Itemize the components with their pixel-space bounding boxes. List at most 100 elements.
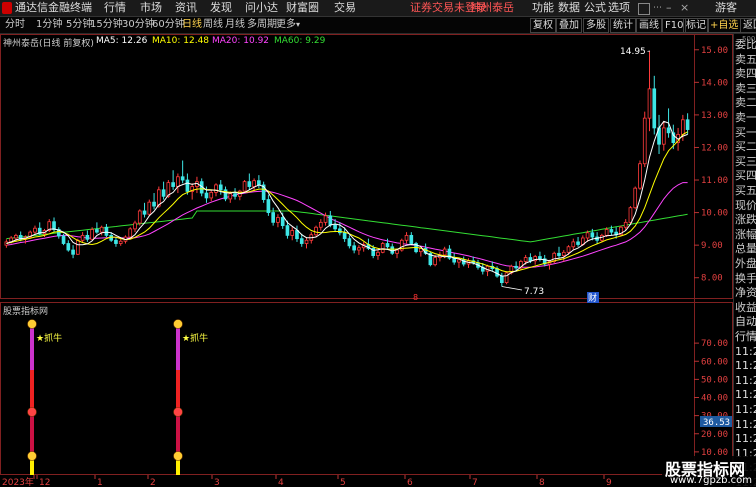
candle-body-69 — [333, 224, 337, 230]
candle-body-80 — [385, 243, 390, 248]
candle-body-2 — [14, 234, 18, 239]
panel-row-14: 总量 — [735, 242, 756, 256]
guest-label[interactable]: 游客 — [715, 1, 737, 15]
tab-more[interactable]: 更多 — [276, 18, 296, 32]
tab-monthly[interactable]: 月线 — [225, 18, 245, 32]
title-bar: 通达信金融终端 行情 市场 资讯 发现 问小达 财富圈 交易 证券交易未登录 神… — [0, 0, 756, 17]
candle-body-45 — [218, 184, 223, 191]
candle-body-33 — [161, 189, 166, 197]
menu-gongshi[interactable]: 公式 — [584, 1, 606, 15]
signal-bar-1-0 — [176, 323, 180, 370]
tab-60min[interactable]: 60分钟 — [152, 18, 185, 32]
date-label-4: 3 — [214, 478, 220, 487]
btn-fuquan[interactable]: 复权 — [530, 18, 556, 33]
date-label-8: 7 — [472, 478, 478, 487]
candle-body-35 — [171, 182, 175, 187]
minimize-icon[interactable]: – — [666, 1, 672, 15]
candle-body-84 — [404, 234, 409, 241]
ind-tick-label-5: 20.00 — [701, 430, 728, 440]
btn-tongji[interactable]: 统计 — [610, 18, 636, 33]
candle-body-85 — [409, 234, 414, 244]
candle-body-103 — [495, 268, 499, 277]
menu-dots-icon[interactable]: ⋯ — [653, 1, 662, 15]
low-pointer — [501, 286, 523, 291]
panel-row-18: 收益 — [735, 300, 756, 314]
candle-body-90 — [433, 257, 437, 266]
tab-multi-period[interactable]: 多周期 — [247, 18, 277, 32]
candle-body-37 — [180, 176, 185, 181]
tab-5min[interactable]: 5分钟 — [66, 18, 92, 32]
menu-hangqing[interactable]: 行情 — [104, 1, 126, 15]
btn-back[interactable]: 返回 — [740, 18, 756, 33]
price-tick-label-5: 10.00 — [701, 209, 728, 219]
candle-body-20 — [99, 226, 104, 233]
signal-dot-0-2 — [27, 451, 37, 461]
menu-wenxiaoda[interactable]: 问小达 — [245, 1, 278, 15]
btn-biaoji[interactable]: 标记 — [683, 18, 709, 33]
candle-body-14 — [71, 249, 75, 255]
close-icon[interactable]: × — [680, 1, 689, 15]
candle-body-43 — [209, 191, 214, 199]
panel-row-21: 11:26 — [735, 344, 756, 358]
signal-dot-1-2 — [173, 451, 183, 461]
candlestick-series — [4, 50, 690, 291]
btn-duogu[interactable]: 多股 — [583, 18, 609, 33]
candle-body-74 — [357, 247, 361, 251]
panel-row-20: 行情 — [735, 330, 756, 343]
btn-diejia[interactable]: 叠加 — [556, 18, 582, 33]
candle-body-66 — [318, 221, 323, 228]
btn-add-favorite[interactable]: +自选 — [707, 18, 742, 33]
indicator-title: 股票指标网 — [3, 305, 48, 317]
kline-chart[interactable]: 15.00 14.00 13.00 12.00 11.00 10.00 9.00 8.00 7… — [0, 34, 733, 487]
menu-shichang[interactable]: 市场 — [140, 1, 162, 15]
menu-zixun[interactable]: 资讯 — [175, 1, 197, 15]
candle-body-110 — [528, 257, 533, 262]
candle-body-62 — [299, 238, 304, 244]
quote-side-panel[interactable]: 500 委比 卖五 卖四 卖三 卖二 卖一 买一 买二 买三 买四 买五 现价 涨跌 涨幅 总量 外盘 换手 净资… — [733, 34, 756, 487]
cai-marker-label[interactable]: 财 — [588, 292, 597, 304]
candle-body-120 — [576, 241, 580, 245]
panel-row-3: 卖三 — [735, 81, 756, 95]
tab-fenshi[interactable]: 分时 — [5, 18, 25, 32]
date-label-2: 1 — [97, 478, 103, 487]
candle-body-143 — [685, 119, 690, 130]
menu-shuju[interactable]: 数据 — [558, 1, 580, 15]
menu-faxian[interactable]: 发现 — [210, 1, 232, 15]
candle-body-58 — [280, 217, 285, 227]
candle-body-119 — [571, 241, 576, 248]
more-chevron-icon[interactable]: ▾ — [296, 18, 300, 32]
candle-body-71 — [342, 232, 347, 240]
event-marker-8[interactable]: 8 — [413, 293, 418, 302]
tab-30min[interactable]: 30分钟 — [122, 18, 155, 32]
candle-body-130 — [623, 221, 628, 228]
tab-weekly[interactable]: 周线 — [203, 18, 223, 32]
user-icon[interactable] — [638, 3, 650, 15]
menu-gongneng[interactable]: 功能 — [532, 1, 554, 15]
price-tick-label-6: 9.00 — [701, 241, 723, 251]
panel-row-26: 11:26 — [735, 417, 756, 431]
candle-body-116 — [557, 252, 561, 256]
candle-body-6 — [33, 227, 37, 233]
date-label-0: 2023年 — [2, 476, 34, 487]
signal-bar-1-2 — [176, 412, 180, 455]
candle-body-123 — [590, 232, 595, 238]
candle-body-132 — [633, 187, 638, 209]
date-label-10: 9 — [606, 478, 612, 487]
panel-row-1: 卖五 — [735, 52, 756, 66]
candle-body-82 — [395, 249, 399, 254]
tab-1min[interactable]: 1分钟 — [36, 18, 62, 32]
candle-body-105 — [504, 272, 509, 284]
menu-caifuquan[interactable]: 财富圈 — [286, 1, 319, 15]
candle-body-142 — [681, 119, 685, 135]
date-axis: 2023年 12 1 2 3 4 5 6 7 8 9 — [0, 475, 733, 487]
candle-body-59 — [285, 225, 290, 236]
btn-huaxian[interactable]: 画线 — [636, 18, 662, 33]
candle-body-12 — [61, 235, 66, 244]
candle-body-122 — [585, 232, 590, 239]
menu-jiaoyi[interactable]: 交易 — [334, 1, 356, 15]
tab-daily[interactable]: 日线 — [182, 18, 202, 32]
panel-row-5: 卖一 — [735, 111, 756, 124]
candle-body-24 — [118, 240, 123, 244]
menu-xuanxiang[interactable]: 选项 — [608, 1, 630, 15]
tab-15min[interactable]: 15分钟 — [90, 18, 123, 32]
